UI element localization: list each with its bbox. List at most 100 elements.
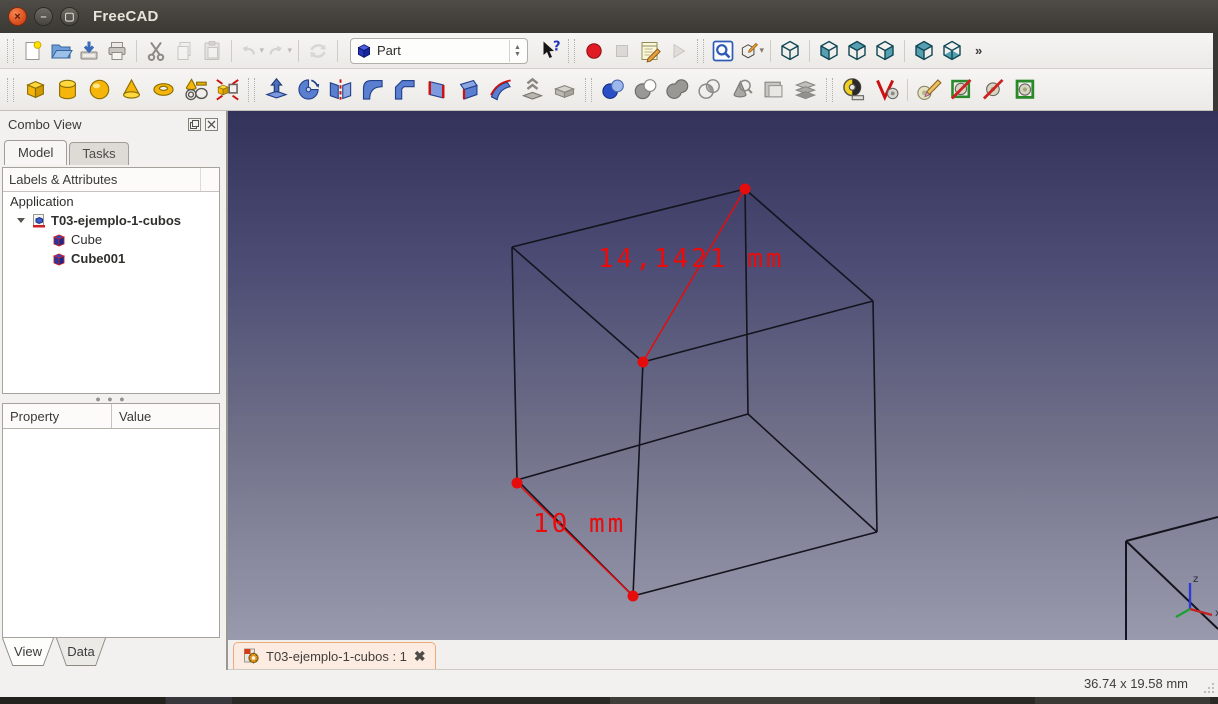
boolean-union-button[interactable]: [662, 75, 692, 105]
boolean-intersection-button[interactable]: [694, 75, 724, 105]
tab-data[interactable]: Data: [56, 638, 106, 666]
view-top-button[interactable]: [844, 38, 870, 64]
loft-button[interactable]: [453, 75, 483, 105]
value-column-header[interactable]: Value: [112, 404, 219, 428]
view-axonometric-button[interactable]: [777, 38, 803, 64]
workbench-selector[interactable]: Part▲▼: [350, 38, 528, 64]
draw-style-button[interactable]: ▾: [738, 38, 764, 64]
tree-item-cube[interactable]: Cube: [3, 230, 219, 249]
macro-record-button[interactable]: [581, 38, 607, 64]
macro-stop-button[interactable]: [609, 38, 635, 64]
paste-button[interactable]: [199, 38, 225, 64]
resize-grip[interactable]: [1203, 682, 1215, 694]
measure-toggle-delta-button[interactable]: [978, 75, 1008, 105]
revolve-button[interactable]: [293, 75, 323, 105]
chamfer-button[interactable]: [389, 75, 419, 105]
print-document-button[interactable]: [104, 38, 130, 64]
boolean-button[interactable]: [598, 75, 628, 105]
cut-button[interactable]: [143, 38, 169, 64]
toolbar-drag-handle[interactable]: [585, 78, 592, 102]
maximize-button[interactable]: ▢: [60, 7, 79, 26]
part-torus-button[interactable]: [148, 75, 178, 105]
refresh-button[interactable]: [305, 38, 331, 64]
offset-button[interactable]: [517, 75, 547, 105]
measure-toggle-3d-button[interactable]: [946, 75, 976, 105]
expander-icon[interactable]: [17, 218, 25, 223]
part-box-button[interactable]: [20, 75, 50, 105]
measure-linear-button[interactable]: [839, 75, 869, 105]
toolbar-separator: [298, 40, 299, 62]
part-cone-button[interactable]: [116, 75, 146, 105]
document-tab[interactable]: T03-ejemplo-1-cubos : 1 ✖: [233, 642, 436, 669]
undo-button[interactable]: ▾: [238, 38, 264, 64]
fit-all-button[interactable]: [710, 38, 736, 64]
view-front-icon: [817, 39, 841, 63]
3d-viewport[interactable]: 14,1421 mm10 mmzx: [228, 111, 1218, 640]
boolean-union-icon: [664, 76, 691, 103]
boolean-cut-icon: [632, 76, 659, 103]
section-button[interactable]: [726, 75, 756, 105]
open-document-button[interactable]: [48, 38, 74, 64]
toolbar-drag-handle[interactable]: [568, 39, 575, 63]
thickness-icon: [551, 76, 578, 103]
view-top-icon: [845, 39, 869, 63]
new-document-button[interactable]: [20, 38, 46, 64]
loft-icon: [455, 76, 482, 103]
ruled-surface-button[interactable]: [421, 75, 451, 105]
macro-play-button[interactable]: [665, 38, 691, 64]
tab-model[interactable]: Model: [4, 140, 67, 165]
cube-icon: [51, 232, 67, 248]
measure-clear-all-button[interactable]: [914, 75, 944, 105]
undo-dropdown-arrow[interactable]: ▾: [259, 45, 264, 56]
view-front-button[interactable]: [816, 38, 842, 64]
property-column-header[interactable]: Property: [3, 404, 112, 428]
shape-builder-button[interactable]: [212, 75, 242, 105]
toolbar-drag-handle[interactable]: [697, 39, 704, 63]
dock-float-button[interactable]: [188, 118, 201, 131]
part-sphere-button[interactable]: [84, 75, 114, 105]
fillet-button[interactable]: [357, 75, 387, 105]
background-window-strip: [0, 697, 1218, 704]
view-bottom-button[interactable]: [939, 38, 965, 64]
save-document-button[interactable]: [76, 38, 102, 64]
draw-style-dropdown-arrow[interactable]: ▾: [759, 45, 764, 56]
thickness-button[interactable]: [549, 75, 579, 105]
whats-this-button[interactable]: ?: [536, 38, 562, 64]
tree-column-header[interactable]: Labels & Attributes: [3, 168, 219, 192]
tree-item-application[interactable]: Application: [3, 192, 219, 211]
tab-tasks[interactable]: Tasks: [69, 142, 128, 165]
measure-angular-button[interactable]: [871, 75, 901, 105]
extrude-button[interactable]: [261, 75, 291, 105]
toolbar-drag-handle[interactable]: [826, 78, 833, 102]
workbench-spinner[interactable]: ▲▼: [509, 40, 525, 62]
sweep-button[interactable]: [485, 75, 515, 105]
view-rear-button[interactable]: [911, 38, 937, 64]
part-cylinder-button[interactable]: [52, 75, 82, 105]
close-button[interactable]: ×: [8, 7, 27, 26]
cross-sections-button[interactable]: [758, 75, 788, 105]
compound-button[interactable]: [790, 75, 820, 105]
redo-button[interactable]: ▾: [266, 38, 292, 64]
measure-toggle-ortho-button[interactable]: [1010, 75, 1040, 105]
toolbar-drag-handle[interactable]: [7, 78, 14, 102]
copy-button[interactable]: [171, 38, 197, 64]
tree-item-t03-ejemplo-1-cubos[interactable]: T03-ejemplo-1-cubos: [3, 211, 219, 230]
macro-edit-button[interactable]: [637, 38, 663, 64]
dock-splitter[interactable]: ● ● ●: [2, 394, 220, 403]
cross-sections-icon: [760, 76, 787, 103]
part-primitives-button[interactable]: [180, 75, 210, 105]
redo-dropdown-arrow[interactable]: ▾: [287, 45, 292, 56]
tab-close-icon[interactable]: ✖: [414, 649, 426, 663]
tree-item-label: Application: [10, 194, 74, 209]
boolean-cut-button[interactable]: [630, 75, 660, 105]
dock-close-button[interactable]: [205, 118, 218, 131]
toolbar-overflow-button[interactable]: »: [975, 43, 982, 58]
tree-item-cube001[interactable]: Cube001: [3, 249, 219, 268]
view-right-button[interactable]: [872, 38, 898, 64]
tab-view[interactable]: View: [2, 638, 54, 666]
toolbar-drag-handle[interactable]: [248, 78, 255, 102]
mirror-button[interactable]: [325, 75, 355, 105]
revolve-icon: [295, 76, 322, 103]
toolbar-drag-handle[interactable]: [7, 39, 14, 63]
minimize-button[interactable]: –: [34, 7, 53, 26]
